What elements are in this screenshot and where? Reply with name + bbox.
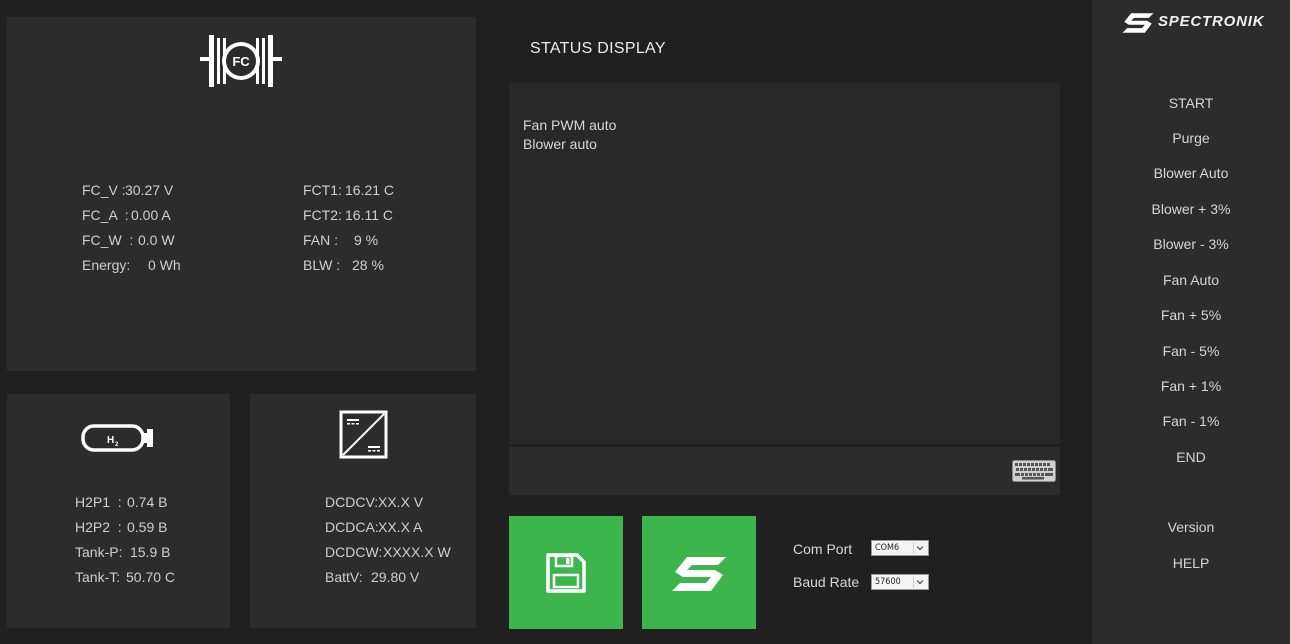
menu-end[interactable]: END	[1092, 449, 1290, 465]
status-display-title: STATUS DISPLAY	[530, 40, 666, 57]
fc-fan-label: FAN :	[303, 232, 339, 248]
baud-rate-select[interactable]: 57600	[871, 574, 929, 590]
fc-energy-label: Energy:	[82, 257, 131, 273]
fc-temp1-value: 16.21 C	[345, 182, 395, 198]
menu-version[interactable]: Version	[1092, 519, 1290, 535]
com-port-label: Com Port	[793, 541, 853, 557]
menu-fan-minus-1[interactable]: Fan - 1%	[1092, 413, 1290, 429]
baud-rate-value: 57600	[875, 577, 901, 587]
chevron-down-icon	[913, 576, 926, 588]
menu-blower-auto[interactable]: Blower Auto	[1092, 165, 1290, 181]
fuel-cell-icon-label: FC	[232, 54, 250, 69]
tank-pressure-label: Tank-P:	[75, 544, 123, 560]
chevron-down-icon	[913, 542, 926, 554]
fc-temp2-label: FCT2:	[303, 207, 342, 223]
keyboard-icon[interactable]	[1012, 460, 1056, 482]
dcdc-voltage-label: DCDCV:	[325, 494, 379, 510]
fc-blower-value: 28 %	[352, 257, 384, 273]
status-line: Blower auto	[523, 136, 597, 152]
status-line: Fan PWM auto	[523, 117, 617, 133]
tank-temp-label: Tank-T:	[75, 569, 121, 585]
dcdc-power-label: DCDCW:	[325, 544, 383, 560]
fc-voltage-label: FC_V :	[82, 182, 126, 198]
dcdc-power-value: XXXX.X W	[383, 544, 451, 560]
dcdc-current-label: DCDCA:	[325, 519, 379, 535]
battery-voltage-label: BattV:	[325, 569, 363, 585]
save-button[interactable]	[509, 516, 623, 629]
h2-pressure1-label: H2P1 :	[75, 494, 122, 510]
fc-voltage-value: 30.27 V	[125, 182, 174, 198]
save-icon	[546, 553, 586, 593]
fc-current-value: 0.00 A	[131, 207, 171, 223]
fc-temp1-label: FCT1:	[303, 182, 342, 198]
fc-blower-label: BLW :	[303, 257, 341, 273]
menu-help[interactable]: HELP	[1092, 555, 1290, 571]
fc-energy-value: 0 Wh	[148, 257, 181, 273]
command-input[interactable]	[509, 447, 1060, 495]
spectronik-logo-icon	[672, 557, 726, 591]
hydrogen-icon-label: H	[107, 435, 114, 446]
tank-pressure-value: 15.9 B	[130, 544, 171, 560]
fc-fan-value: 9 %	[354, 232, 379, 248]
connect-button[interactable]	[642, 516, 756, 629]
hydrogen-icon-subscript: 2	[115, 442, 119, 448]
menu-blower-minus-3[interactable]: Blower - 3%	[1092, 236, 1290, 252]
fuel-cell-icon: FC	[200, 35, 282, 87]
h2-pressure1-value: 0.74 B	[127, 494, 168, 510]
baud-rate-label: Baud Rate	[793, 574, 860, 590]
battery-voltage-value: 29.80 V	[371, 569, 420, 585]
hydrogen-tank-icon: H 2	[81, 424, 153, 452]
spectronik-brand-logo-icon	[1122, 13, 1154, 33]
dcdc-current-value: XX.X A	[378, 519, 423, 535]
menu-fan-auto[interactable]: Fan Auto	[1092, 272, 1290, 288]
fc-current-label: FC_A :	[82, 207, 129, 223]
menu-purge[interactable]: Purge	[1092, 130, 1290, 146]
tank-temp-value: 50.70 C	[126, 569, 176, 585]
fc-temp2-value: 16.11 C	[345, 207, 393, 223]
menu-fan-plus-1[interactable]: Fan + 1%	[1092, 378, 1290, 394]
menu-start[interactable]: START	[1092, 95, 1290, 111]
fc-power-value: 0.0 W	[138, 232, 175, 248]
com-port-value: COM6	[875, 543, 900, 553]
fc-power-label: FC_W :	[82, 232, 134, 248]
h2-pressure2-value: 0.59 B	[127, 519, 168, 535]
dcdc-converter-icon	[339, 410, 388, 459]
menu-fan-plus-5[interactable]: Fan + 5%	[1092, 307, 1290, 323]
brand-name: SPECTRONIK	[1158, 13, 1265, 30]
menu-blower-plus-3[interactable]: Blower + 3%	[1092, 201, 1290, 217]
h2-pressure2-label: H2P2 :	[75, 519, 122, 535]
com-port-select[interactable]: COM6	[871, 540, 929, 556]
menu-fan-minus-5[interactable]: Fan - 5%	[1092, 343, 1290, 359]
dcdc-voltage-value: XX.X V	[378, 494, 424, 510]
